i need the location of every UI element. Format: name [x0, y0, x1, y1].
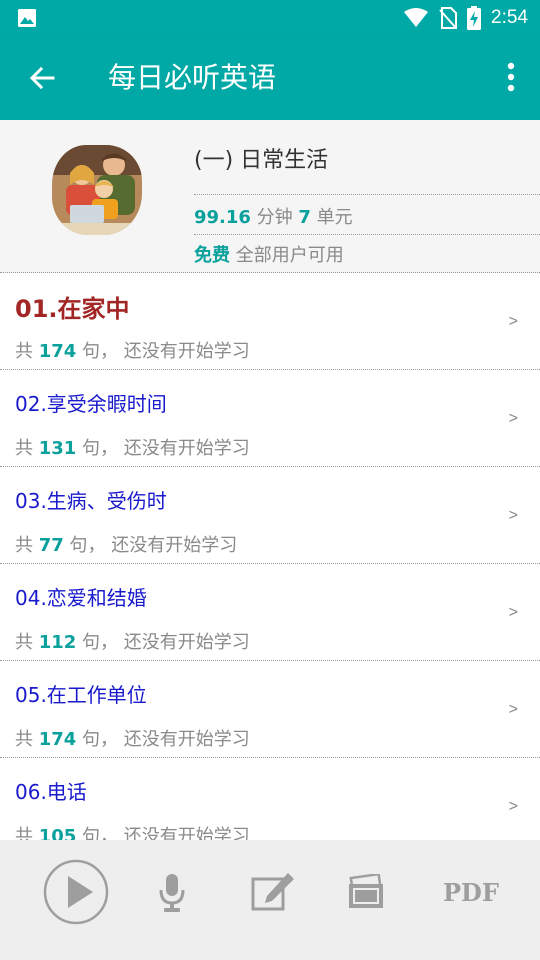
list-item[interactable]: 05.在工作单位 共 174 句， 还没有开始学习 >	[0, 661, 540, 758]
lesson-count: 174	[38, 341, 77, 362]
lesson-count-prefix: 共	[15, 729, 33, 750]
chevron-right-icon: >	[508, 410, 518, 427]
lesson-meta: 共 131 句， 还没有开始学习	[15, 434, 250, 460]
list-item[interactable]: 01.在家中 共 174 句， 还没有开始学习 >	[0, 273, 540, 370]
lesson-status: 句， 还没有开始学习	[82, 729, 250, 750]
play-icon[interactable]	[43, 859, 109, 925]
more-vert-icon[interactable]	[506, 62, 516, 92]
lesson-meta: 共 174 句， 还没有开始学习	[15, 725, 250, 751]
units-unit: 单元	[316, 207, 353, 228]
chevron-right-icon: >	[508, 798, 518, 815]
lesson-count: 112	[38, 632, 77, 653]
course-minutes: 99.16	[194, 207, 251, 228]
list-item[interactable]: 04.恋爱和结婚 共 112 句， 还没有开始学习 >	[0, 564, 540, 661]
lesson-count: 77	[38, 535, 64, 556]
course-title: (一) 日常生活	[194, 148, 329, 173]
lesson-count: 105	[38, 826, 77, 840]
divider	[194, 194, 540, 195]
free-desc: 全部用户可用	[235, 245, 344, 266]
lesson-meta: 共 105 句， 还没有开始学习	[15, 822, 250, 840]
lesson-title: 04.恋爱和结婚	[15, 586, 147, 610]
lesson-meta: 共 112 句， 还没有开始学习	[15, 628, 250, 654]
bottom-toolbar: PDF	[0, 840, 540, 960]
course-header: (一) 日常生活 99.16 分钟 7 单元 免费 全部用户可用	[0, 120, 540, 273]
divider	[194, 234, 540, 235]
wifi-icon	[404, 8, 429, 27]
slides-icon[interactable]	[346, 874, 386, 910]
lesson-count-prefix: 共	[15, 341, 33, 362]
lesson-status: 句， 还没有开始学习	[82, 826, 250, 840]
gallery-icon	[18, 9, 36, 27]
lesson-count-prefix: 共	[15, 438, 33, 459]
list-item[interactable]: 02.享受余暇时间 共 131 句， 还没有开始学习 >	[0, 370, 540, 467]
course-thumbnail	[52, 145, 142, 235]
list-item[interactable]: 03.生病、受伤时 共 77 句， 还没有开始学习 >	[0, 467, 540, 564]
lesson-meta: 共 77 句， 还没有开始学习	[15, 531, 237, 557]
lesson-title: 01.在家中	[15, 295, 130, 323]
course-units: 7	[298, 207, 311, 228]
pdf-button[interactable]: PDF	[443, 878, 499, 907]
course-access: 免费 全部用户可用	[194, 241, 344, 267]
lesson-title: 05.在工作单位	[15, 683, 147, 707]
lesson-count: 174	[38, 729, 77, 750]
lesson-count-prefix: 共	[15, 535, 33, 556]
status-time: 2:54	[491, 7, 528, 28]
page-title: 每日必听英语	[108, 61, 277, 94]
chevron-right-icon: >	[508, 604, 518, 621]
back-arrow-icon[interactable]	[28, 64, 56, 92]
lesson-status: 句， 还没有开始学习	[69, 535, 238, 556]
lesson-status: 句， 还没有开始学习	[82, 341, 250, 362]
list-item[interactable]: 06.电话 共 105 句， 还没有开始学习 >	[0, 758, 540, 840]
lesson-count-prefix: 共	[15, 826, 33, 840]
chevron-right-icon: >	[508, 701, 518, 718]
course-duration: 99.16 分钟 7 单元	[194, 203, 353, 229]
app-bar: 每日必听英语	[0, 36, 540, 120]
lesson-title: 06.电话	[15, 780, 87, 804]
microphone-icon[interactable]	[158, 873, 186, 913]
lesson-title: 03.生病、受伤时	[15, 489, 167, 513]
no-sim-icon	[439, 7, 458, 29]
lesson-status: 句， 还没有开始学习	[82, 632, 250, 653]
chevron-right-icon: >	[508, 507, 518, 524]
minutes-unit: 分钟	[256, 207, 293, 228]
status-bar: 2:54	[0, 0, 540, 36]
lesson-count-prefix: 共	[15, 632, 33, 653]
lesson-list: 01.在家中 共 174 句， 还没有开始学习 > 02.享受余暇时间 共 13…	[0, 273, 540, 840]
edit-icon[interactable]	[250, 871, 296, 913]
lesson-title: 02.享受余暇时间	[15, 392, 167, 416]
free-label: 免费	[194, 245, 230, 266]
lesson-count: 131	[38, 438, 77, 459]
lesson-meta: 共 174 句， 还没有开始学习	[15, 337, 250, 363]
lesson-status: 句， 还没有开始学习	[82, 438, 250, 459]
battery-charging-icon	[467, 6, 482, 30]
chevron-right-icon: >	[508, 313, 518, 330]
